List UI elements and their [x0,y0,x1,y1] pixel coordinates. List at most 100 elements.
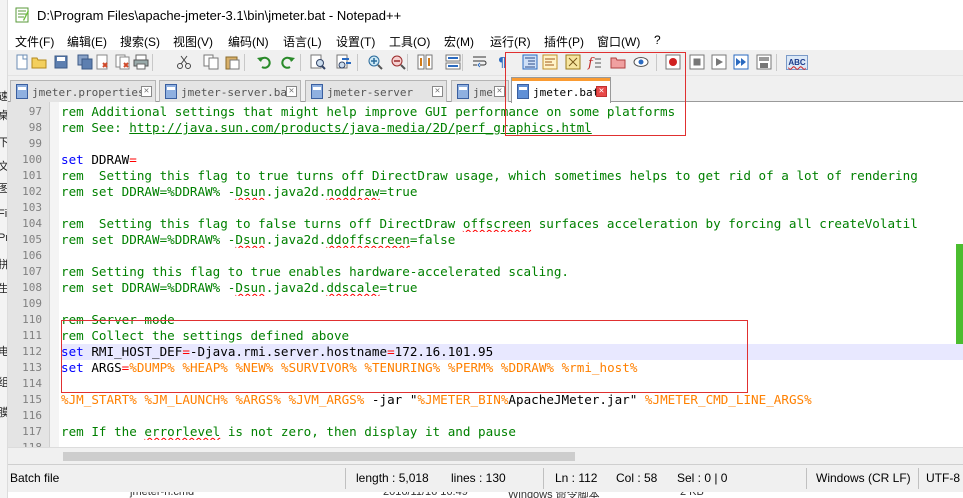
line-number: 114 [22,377,42,390]
menu-item[interactable]: 编辑(E) [65,32,109,51]
status-eol[interactable]: Windows (CR LF) [816,465,911,492]
function-list-icon[interactable]: f [585,53,603,71]
tab-jmeter-server-bat[interactable]: jmeter-server.bat ✕ [159,80,301,102]
menu-item[interactable]: 编码(N) [226,32,271,51]
monitor-icon[interactable] [632,53,650,71]
menu-item[interactable]: 文件(F) [13,32,56,51]
code-line[interactable] [61,296,963,312]
code-line[interactable] [61,136,963,152]
line-number: 100 [22,153,42,166]
play-macro-icon[interactable] [710,53,728,71]
save-icon[interactable] [52,53,70,71]
menu-item[interactable]: 工具(O) [387,32,432,51]
folder-as-workspace-icon[interactable] [609,53,627,71]
find-icon[interactable] [309,53,327,71]
code-line[interactable]: rem Setting this flag to false turns off… [61,216,963,232]
menu-item[interactable]: ? [652,32,663,48]
doc-map-icon[interactable] [564,53,582,71]
status-encoding[interactable]: UTF-8 [926,465,960,492]
tab-close-icon[interactable]: ✕ [286,86,297,97]
close-icon[interactable] [93,53,111,71]
line-number: 97 [28,105,42,118]
fold-margin[interactable] [50,102,59,447]
code-line[interactable]: %JM_START% %JM_LAUNCH% %ARGS% %JVM_ARGS%… [61,392,963,408]
tab-label: jmeter-server [327,86,414,99]
menu-bar: 文件(F) 编辑(E) 搜索(S) 视图(V) 编码(N) 语言(L) 设置(T) 工具(O)… [8,31,963,50]
undo-icon[interactable] [255,53,273,71]
tab-close-icon[interactable]: ✕ [141,86,152,97]
menu-item[interactable]: 宏(M) [442,32,476,51]
tab-jmeter-bat[interactable]: jmeter.bat ✕ [511,77,611,103]
tab-close-icon[interactable]: ✕ [432,86,443,97]
close-all-icon[interactable] [114,53,132,71]
status-divider [918,468,919,489]
horizontal-scrollbar-thumb[interactable] [63,452,575,461]
code-line[interactable] [61,440,963,447]
code-line[interactable] [61,200,963,216]
horizontal-scrollbar[interactable] [8,447,963,464]
line-number: 109 [22,297,42,310]
tab-jmeter-server[interactable]: jmeter-server ✕ [305,80,447,102]
menu-item[interactable]: 设置(T) [334,32,377,51]
cut-icon[interactable] [175,53,193,71]
menu-item[interactable]: 语言(L) [281,32,324,51]
paste-icon[interactable] [223,53,241,71]
code-line[interactable]: rem set DDRAW=%DDRAW% -Dsun.java2d.ddsca… [61,280,963,296]
new-file-icon[interactable] [13,53,31,71]
code-line[interactable] [61,376,963,392]
code-line[interactable]: rem See: http://java.sun.com/products/ja… [61,120,963,136]
code-line[interactable]: set DDRAW= [61,152,963,168]
spellcheck-icon[interactable]: ABC [786,53,808,71]
print-icon[interactable] [132,53,150,71]
sync-vertical-icon[interactable] [416,53,434,71]
line-number-gutter[interactable]: 97 98 99 100 101 102 103 104 105 106 107 108 109 110 1… [8,102,50,447]
tab-jmeter-log[interactable]: jmeter.log✕ [451,80,509,102]
user-language-icon[interactable] [541,53,559,71]
code-line[interactable]: set ARGS=%DUMP% %HEAP% %NEW% %SURVIVOR% … [61,360,963,376]
code-line-current[interactable]: set RMI_HOST_DEF=-Djava.rmi.server.hostn… [61,344,963,360]
code-line[interactable]: rem Setting this flag to true enables ha… [61,264,963,280]
run-macro-multiple-icon[interactable] [732,53,750,71]
code-token: rem Setting this flag to true turns off … [61,168,918,183]
line-number: 118 [8,440,42,447]
code-line[interactable]: rem set DDRAW=%DDRAW% -Dsun.java2d.noddr… [61,184,963,200]
menu-item[interactable]: 视图(V) [171,32,215,51]
menu-item[interactable]: 搜索(S) [118,32,162,51]
code-line[interactable]: rem set DDRAW=%DDRAW% -Dsun.java2d.ddoff… [61,232,963,248]
word-wrap-icon[interactable] [471,53,489,71]
code-line[interactable]: rem Setting this flag to true turns off … [61,168,963,184]
code-token: rem If the [61,424,145,439]
tab-close-icon[interactable]: ✕ [494,86,505,97]
notepadpp-window: D:\Program Files\apache-jmeter-3.1\bin\j… [8,0,963,498]
menu-item[interactable]: 运行(R) [488,32,533,51]
copy-icon[interactable] [202,53,220,71]
code-line[interactable] [61,408,963,424]
editor-area[interactable]: 97 98 99 100 101 102 103 104 105 106 107 108 109 110 1… [8,102,963,447]
save-macro-icon[interactable] [755,53,773,71]
code-token: rem See: [61,120,130,135]
sync-horizontal-icon[interactable] [444,53,462,71]
show-all-chars-icon[interactable]: ¶ [494,53,512,71]
code-token: =false [409,232,456,247]
code-line[interactable]: rem Server mode [61,312,963,328]
zoom-out-icon[interactable] [389,53,407,71]
stop-macro-icon[interactable] [688,53,706,71]
redo-icon[interactable] [279,53,297,71]
tab-jmeter-properties[interactable]: jmeter.properties ✕ [10,80,156,102]
title-bar[interactable]: D:\Program Files\apache-jmeter-3.1\bin\j… [8,0,963,31]
code-line[interactable]: rem Collect the settings defined above [61,328,963,344]
code-line[interactable]: rem If the errorlevel is not zero, then … [61,424,963,440]
code-line[interactable] [61,248,963,264]
replace-icon[interactable] [335,53,353,71]
document-icon [457,84,469,99]
menu-item[interactable]: 插件(P) [542,32,586,51]
save-all-icon[interactable] [76,53,94,71]
menu-item[interactable]: 窗口(W) [595,32,642,51]
code-line[interactable]: rem Additional settings that might help … [61,104,963,120]
open-file-icon[interactable] [30,53,48,71]
zoom-in-icon[interactable] [366,53,384,71]
record-macro-icon[interactable] [664,53,682,71]
tab-close-icon[interactable]: ✕ [596,86,607,97]
indent-guide-icon[interactable] [521,53,539,71]
